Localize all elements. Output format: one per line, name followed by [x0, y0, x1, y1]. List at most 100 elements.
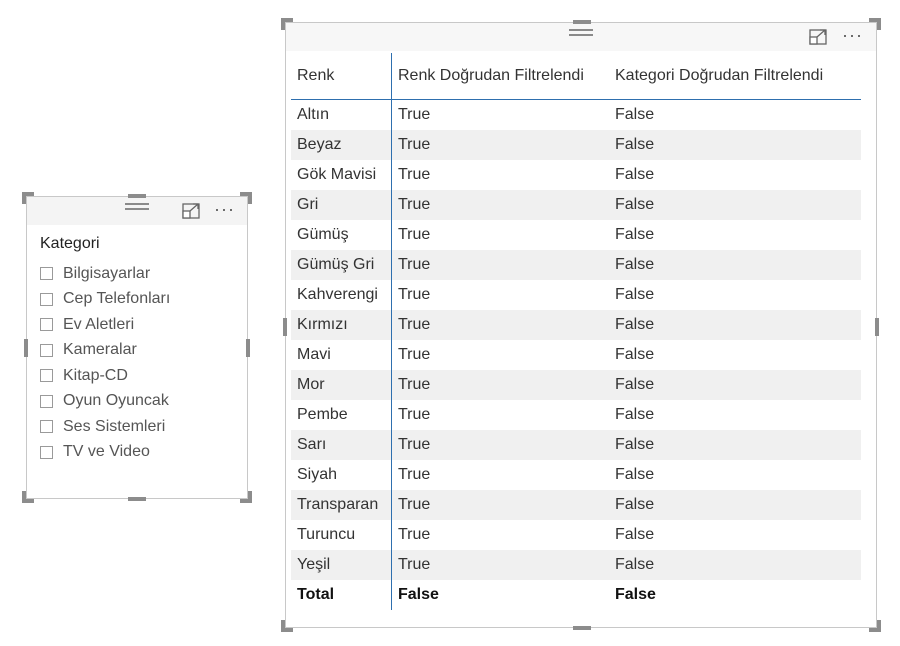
resize-handle[interactable]	[24, 339, 28, 357]
renk-table-visual[interactable]: ··· Renk Renk Doğrudan Filtrelendi Kateg…	[281, 18, 881, 632]
checkbox[interactable]	[40, 394, 53, 408]
column-header-renk-filtrelendi[interactable]: Renk Doğrudan Filtrelendi	[391, 53, 609, 100]
table-cell: Gri	[291, 190, 392, 220]
table-cell: True	[398, 226, 431, 243]
resize-handle[interactable]	[240, 192, 252, 204]
slicer-item[interactable]: Ses Sistemleri	[40, 414, 170, 440]
table-cell: True	[398, 406, 431, 423]
table-cell: True	[391, 310, 609, 340]
table-row: Kahverengi True False	[291, 280, 861, 310]
table-cell: False	[609, 490, 861, 520]
table-row: Gök Mavisi True False	[291, 160, 861, 190]
table-row: Sarı True False	[291, 430, 861, 460]
resize-handle[interactable]	[283, 318, 287, 336]
resize-handle[interactable]	[128, 194, 146, 198]
table-row: Gümüş True False	[291, 220, 861, 250]
table-cell: False	[609, 370, 861, 400]
table-row: Pembe True False	[291, 400, 861, 430]
table-cell: False	[615, 106, 655, 123]
resize-handle[interactable]	[875, 318, 879, 336]
slicer-item-label: TV ve Video	[63, 443, 150, 461]
table-cell: False	[609, 250, 861, 280]
table-cell: True	[391, 250, 609, 280]
table-cell: True	[391, 430, 609, 460]
table-cell: False	[615, 346, 655, 363]
kategori-slicer[interactable]: ··· Kategori Bilgisayarlar Cep Telefonlar…	[22, 192, 252, 503]
table-row: Mor True False	[291, 370, 861, 400]
table-cell: Kırmızı	[291, 310, 392, 340]
focus-mode-icon[interactable]	[809, 29, 827, 45]
table-cell: True	[391, 490, 609, 520]
table-cell: True	[398, 526, 431, 543]
table-cell: Gök Mavisi	[291, 160, 392, 190]
table-cell: Turuncu	[291, 520, 392, 550]
resize-handle[interactable]	[22, 192, 34, 204]
checkbox[interactable]	[40, 267, 53, 281]
slicer-item-label: Kitap-CD	[63, 366, 128, 384]
slicer-item[interactable]: Bilgisayarlar	[40, 261, 170, 287]
resize-handle[interactable]	[869, 18, 881, 30]
resize-handle[interactable]	[281, 18, 293, 30]
column-header-renk[interactable]: Renk	[291, 53, 392, 100]
slicer-item[interactable]: Kameralar	[40, 338, 170, 364]
slicer-item-label: Ev Aletleri	[63, 315, 135, 333]
table-cell: False	[615, 466, 655, 483]
table-row: Transparan True False	[291, 490, 861, 520]
table-cell: Beyaz	[291, 130, 392, 160]
resize-handle[interactable]	[573, 626, 591, 630]
table-cell: Mavi	[291, 340, 392, 370]
column-header-kategori-filtrelendi[interactable]: Kategori Doğrudan Filtrelendi	[609, 53, 861, 100]
slicer-item[interactable]: Cep Telefonları	[40, 287, 170, 313]
table-cell: Mor	[291, 370, 392, 400]
checkbox[interactable]	[40, 420, 53, 434]
table-row: Altın True False	[291, 99, 861, 130]
table-cell: Kahverengi	[291, 280, 392, 310]
slicer-item[interactable]: Ev Aletleri	[40, 312, 170, 338]
checkbox[interactable]	[40, 343, 53, 357]
table-header-row: Renk Renk Doğrudan Filtrelendi Kategori …	[291, 53, 861, 100]
table-row: Gümüş Gri True False	[291, 250, 861, 280]
resize-handle[interactable]	[246, 339, 250, 357]
table-cell: Gümüş Gri	[291, 250, 392, 280]
more-options-icon[interactable]: ···	[842, 26, 863, 44]
resize-handle[interactable]	[22, 491, 34, 503]
table-cell: Siyah	[291, 460, 392, 490]
slicer-item-label: Ses Sistemleri	[63, 417, 166, 435]
table-cell: True	[391, 550, 609, 580]
resize-handle[interactable]	[281, 620, 293, 632]
table-header-bar: ···	[286, 23, 876, 51]
slicer-title: Kategori	[40, 235, 100, 252]
focus-mode-icon[interactable]	[182, 203, 200, 219]
table-row: Gri True False	[291, 190, 861, 220]
table-cell: False	[609, 310, 861, 340]
drag-grip-icon[interactable]	[569, 29, 593, 39]
table-row: Siyah True False	[291, 460, 861, 490]
checkbox[interactable]	[40, 318, 53, 332]
slicer-item[interactable]: Oyun Oyuncak	[40, 389, 170, 415]
table-cell: Pembe	[291, 400, 392, 430]
table-cell: False	[615, 226, 655, 243]
slicer-item-label: Bilgisayarlar	[63, 264, 151, 282]
table-cell: True	[391, 190, 609, 220]
table-cell: True	[398, 106, 431, 123]
table-cell: Transparan	[291, 490, 392, 520]
table-cell: Sarı	[291, 430, 392, 460]
table-cell: True	[398, 346, 431, 363]
more-options-icon[interactable]: ···	[214, 200, 235, 218]
table-cell: False	[615, 406, 655, 423]
total-renk-filtrelendi: False	[398, 586, 439, 603]
checkbox[interactable]	[40, 292, 53, 306]
checkbox[interactable]	[40, 369, 53, 383]
slicer-item[interactable]: Kitap-CD	[40, 363, 170, 389]
checkbox[interactable]	[40, 445, 53, 459]
table-cell: True	[398, 166, 431, 183]
table-row: Turuncu True False	[291, 520, 861, 550]
table-cell: True	[391, 370, 609, 400]
drag-grip-icon[interactable]	[125, 203, 149, 213]
slicer-item[interactable]: TV ve Video	[40, 440, 170, 466]
resize-handle[interactable]	[573, 20, 591, 24]
table-row: Beyaz True False	[291, 130, 861, 160]
resize-handle[interactable]	[869, 620, 881, 632]
resize-handle[interactable]	[240, 491, 252, 503]
resize-handle[interactable]	[128, 497, 146, 501]
